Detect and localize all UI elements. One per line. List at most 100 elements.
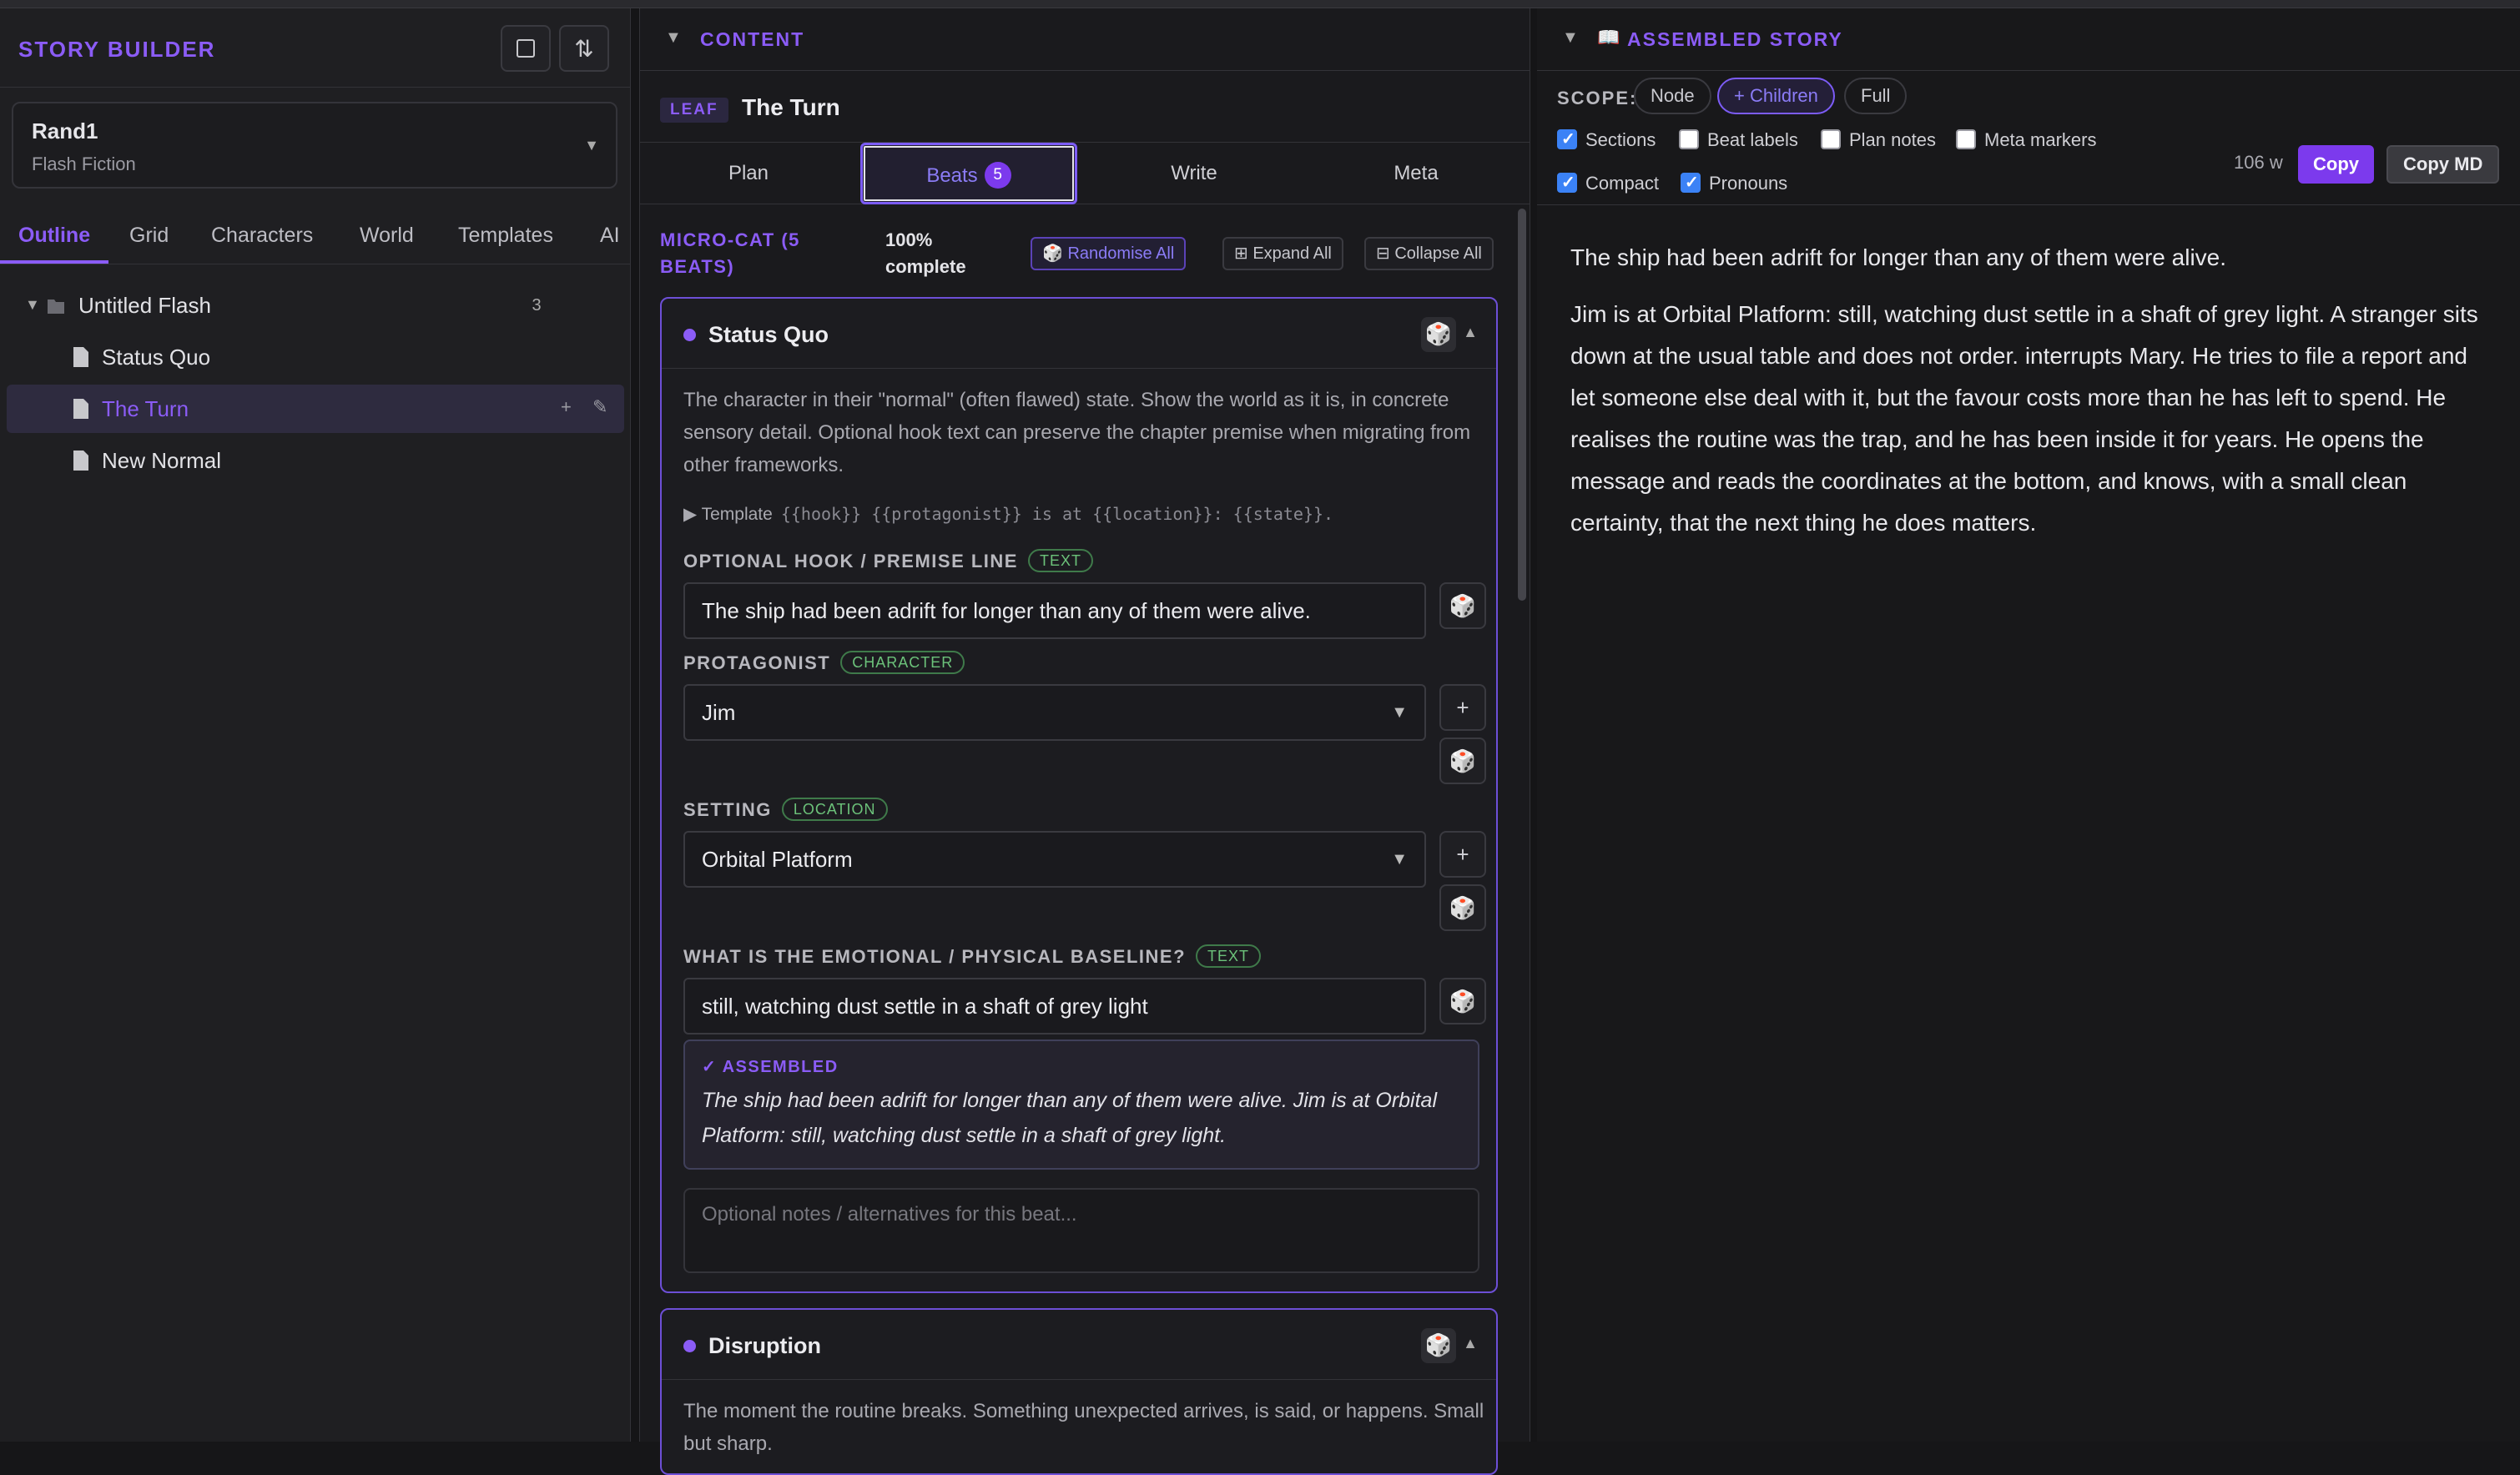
checkbox-checked[interactable] (1557, 128, 1577, 151)
tree-node[interactable]: New Normal (7, 436, 624, 485)
chevron-down-icon[interactable]: ▼ (25, 296, 40, 314)
book-icon: 📖 (1597, 27, 1620, 48)
tab-outline[interactable]: Outline (18, 224, 90, 248)
assembled-header[interactable]: ▼ 📖 ASSEMBLED STORY (1537, 8, 2520, 71)
option-pronouns[interactable]: Pronouns (1681, 171, 1788, 195)
beat-notes-textarea[interactable]: Optional notes / alternatives for this b… (683, 1188, 1479, 1273)
hook-input[interactable]: The ship had been adrift for longer than… (683, 582, 1426, 639)
tree-node[interactable]: Status Quo (7, 333, 624, 381)
sidebar: STORY BUILDER ⇅ Rand1 Flash Fiction ▼ Ou… (0, 8, 631, 1442)
tab-grid[interactable]: Grid (129, 224, 169, 248)
tab-ai[interactable]: AI (600, 224, 620, 248)
collapse-all-label: Collapse All (1394, 244, 1482, 263)
tab-templates[interactable]: Templates (458, 224, 553, 248)
dice-icon: 🎲 (1449, 748, 1477, 773)
scope-label: SCOPE: (1557, 88, 1638, 108)
add-icon[interactable]: + (561, 396, 572, 418)
chevron-down-icon[interactable]: ▼ (665, 28, 682, 48)
folder-icon (48, 300, 64, 314)
tree-node-label: The Turn (102, 396, 189, 421)
tab-plan-label: Plan (728, 162, 769, 184)
option-label: Pronouns (1709, 173, 1788, 194)
dice-icon: 🎲 (1449, 989, 1477, 1014)
content-header[interactable]: ▼ CONTENT (640, 8, 1530, 71)
option-meta-markers[interactable]: Meta markers (1956, 128, 2096, 152)
randomise-field-button[interactable]: 🎲 (1439, 978, 1486, 1024)
checkbox-unchecked[interactable] (1956, 129, 1976, 150)
checkbox-unchecked[interactable] (1821, 129, 1841, 150)
document-icon (73, 451, 88, 471)
tab-beats-label: Beats (926, 164, 978, 187)
add-location-button[interactable]: + (1439, 831, 1486, 878)
sort-button[interactable]: ⇅ (559, 25, 609, 72)
scrollbar[interactable] (1518, 209, 1526, 601)
randomise-field-button[interactable]: 🎲 (1439, 582, 1486, 629)
field-type-chip: LOCATION (781, 798, 888, 822)
tab-write[interactable]: Write (1086, 143, 1303, 204)
dice-icon[interactable]: 🎲 (1421, 1328, 1456, 1363)
scope-full-button[interactable]: Full (1844, 78, 1908, 114)
status-dot (683, 329, 696, 341)
content-panel: ▼ CONTENT LEAF The Turn Plan Beats 5 Writ… (639, 8, 1530, 1475)
tab-characters[interactable]: Characters (211, 224, 313, 248)
randomise-all-label: Randomise All (1067, 244, 1175, 263)
beat-title: Status Quo (708, 322, 829, 347)
node-title: The Turn (742, 94, 840, 120)
tree-node-selected[interactable]: The Turn + ✎ (7, 385, 624, 433)
option-sections[interactable]: Sections (1557, 128, 1656, 152)
panel-layout-button[interactable] (501, 25, 551, 72)
randomise-all-button[interactable]: 🎲 Randomise All (1031, 237, 1187, 270)
story-paragraph: Jim is at Orbital Platform: still, watch… (1570, 301, 2478, 536)
beat-header[interactable]: Disruption 🎲 ▲ (662, 1310, 1496, 1380)
dice-icon[interactable]: 🎲 (1421, 317, 1456, 352)
beat-description: The moment the routine breaks. Something… (683, 1400, 1484, 1455)
randomise-field-button[interactable]: 🎲 (1439, 738, 1486, 784)
option-label: Meta markers (1984, 129, 2097, 150)
checkbox-checked[interactable] (1681, 171, 1701, 194)
option-plan-notes[interactable]: Plan notes (1821, 128, 1936, 152)
beat-header[interactable]: Status Quo 🎲 ▲ (662, 299, 1496, 369)
chevron-up-icon[interactable]: ▲ (1463, 1335, 1478, 1352)
divider (1537, 204, 2520, 205)
chevron-down-icon[interactable]: ▼ (1562, 28, 1579, 48)
copy-md-button[interactable]: Copy MD (2386, 145, 2500, 184)
setting-select[interactable]: Orbital Platform ▼ (683, 831, 1426, 888)
content-title: CONTENT (700, 28, 805, 50)
node-type-badge: LEAF (660, 98, 728, 123)
category-title: MICRO-CAT (5 BEATS) (660, 229, 800, 277)
scope-children-button[interactable]: + Children (1717, 78, 1835, 114)
plus-icon: + (1456, 695, 1469, 720)
scope-node-button[interactable]: Node (1634, 78, 1711, 114)
node-header: LEAF The Turn (640, 71, 1530, 143)
tab-world[interactable]: World (360, 224, 414, 248)
chevron-up-icon[interactable]: ▲ (1463, 324, 1478, 341)
tree-node-root[interactable]: ▼ Untitled Flash 3 (7, 281, 624, 330)
protagonist-select[interactable]: Jim ▼ (683, 684, 1426, 741)
project-selector[interactable]: Rand1 Flash Fiction ▼ (12, 102, 617, 189)
option-compact[interactable]: Compact (1557, 171, 1659, 195)
checkbox-unchecked[interactable] (1679, 129, 1699, 150)
copy-button[interactable]: Copy (2298, 145, 2374, 184)
checkbox-checked[interactable] (1557, 171, 1577, 194)
expand-all-button[interactable]: ⊞ Expand All (1222, 237, 1343, 270)
option-label: Plan notes (1849, 129, 1936, 150)
tab-plan[interactable]: Plan (640, 143, 857, 204)
edit-icon[interactable]: ✎ (592, 396, 607, 418)
option-beat-labels[interactable]: Beat labels (1679, 128, 1798, 152)
randomise-field-button[interactable]: 🎲 (1439, 884, 1486, 931)
collapse-all-button[interactable]: ⊟ Collapse All (1364, 237, 1494, 270)
state-input[interactable]: still, watching dust settle in a shaft o… (683, 978, 1426, 1035)
add-character-button[interactable]: + (1439, 684, 1486, 731)
dice-icon: 🎲 (1449, 895, 1477, 920)
project-type: Flash Fiction (32, 154, 136, 174)
assembled-story-text: The ship had been adrift for longer than… (1570, 237, 2497, 559)
setting-field-label: SETTING LOCATION (683, 798, 888, 823)
template-label: Template (701, 505, 773, 524)
panel-icon (517, 39, 535, 58)
template-code: {{hook}} {{protagonist}} is at {{locatio… (780, 504, 1334, 524)
hook-label-text: OPTIONAL HOOK / PREMISE LINE (683, 551, 1018, 571)
protagonist-field-label: PROTAGONIST CHARACTER (683, 651, 965, 676)
tab-beats[interactable]: Beats 5 (860, 143, 1077, 204)
template-toggle[interactable]: ▶ Template {{hook}} {{protagonist}} is at… (683, 504, 1333, 525)
tab-meta[interactable]: Meta (1308, 143, 1525, 204)
